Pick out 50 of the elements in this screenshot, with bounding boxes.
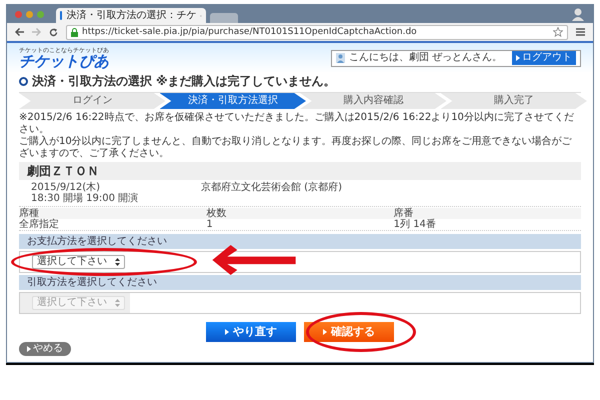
progress-step[interactable]: 決済・引取方法選択 (160, 93, 306, 109)
new-tab-button[interactable] (210, 13, 238, 23)
section-label: お支払方法を選択してください (27, 236, 167, 246)
caret-icon (115, 299, 120, 307)
person-icon (336, 53, 345, 63)
arrow-icon (27, 346, 31, 352)
event-date: 2015/9/12(木) (31, 182, 102, 193)
progress-step[interactable]: 購入内容確認 (300, 93, 446, 109)
greeting-text: こんにちは、劇団 ぜっとんさん。 (349, 53, 502, 63)
table-cell-text: 1 (206, 219, 214, 230)
notice-text: ※2015/2/6 16:22時点で、お席を仮確保させていただきました。ご購入は2015/2/6 16:22より10分以内に完了させてください。 (19, 112, 575, 136)
select-dropdown[interactable]: 選択して下さい (32, 255, 125, 269)
lock-icon (71, 28, 78, 36)
table-cell-text: 1列 14番 (394, 219, 437, 230)
menu-icon[interactable] (576, 28, 585, 36)
star-icon[interactable] (553, 27, 563, 37)
logout-button[interactable]: ログアウト (512, 51, 576, 65)
page-note: ※まだ購入は完了していません。 (156, 75, 336, 87)
browser-tab[interactable]: 決済・引取方法の選択：チケ (56, 8, 206, 23)
cancel-button[interactable]: やめる (19, 342, 71, 356)
column-header: 枚数 (206, 208, 394, 219)
user-icon[interactable] (571, 7, 585, 21)
progress-step[interactable]: ログイン (19, 93, 166, 109)
zoom-icon[interactable] (37, 10, 44, 18)
table-cell-text: 全席指定 (19, 219, 60, 230)
section-label: 引取方法を選択してください (27, 278, 157, 288)
event-venue: 京都府立文化芸術会館 (京都府) (201, 182, 342, 195)
arrow-icon (516, 55, 520, 61)
action-button[interactable]: 確認する (304, 322, 394, 342)
page-title: 決済・引取方法の選択 (32, 75, 152, 87)
event-times: 18:30 開場 19:00 開演 (31, 193, 140, 204)
event-title: 劇団ＺＴＯＮ (27, 165, 99, 177)
action-button[interactable]: やり直す (206, 322, 296, 342)
notice-text: ご購入が10分以内に完了しませんと、自動でお取り消しとなります。再度お探しの際、同じお席をご用意できない場合がございますので、ご了承ください。 (19, 136, 573, 160)
progress-step[interactable]: 購入完了 (440, 93, 587, 109)
bullet-icon (19, 76, 28, 86)
column-header: 席番 (394, 208, 581, 219)
arrow-icon (323, 329, 327, 335)
forward-icon[interactable] (32, 28, 41, 36)
logo[interactable]: チケットぴあ (19, 54, 109, 68)
close-icon[interactable] (15, 10, 22, 18)
url-text: https://ticket-sale.pia.jp/pia/purchase/NT0101S11OpenIdCaptchaAction.do (82, 28, 417, 36)
address-bar[interactable]: https://ticket-sale.pia.jp/pia/purchase/NT0101S11OpenIdCaptchaAction.do (66, 24, 568, 40)
minimize-icon[interactable] (26, 10, 33, 18)
arrow-icon (225, 329, 229, 335)
column-header: 席種 (19, 208, 206, 219)
caret-icon (115, 258, 120, 266)
back-icon[interactable] (15, 28, 24, 36)
reload-icon[interactable] (49, 28, 58, 36)
tab-title: 決済・引取方法の選択：チケ (66, 10, 196, 20)
